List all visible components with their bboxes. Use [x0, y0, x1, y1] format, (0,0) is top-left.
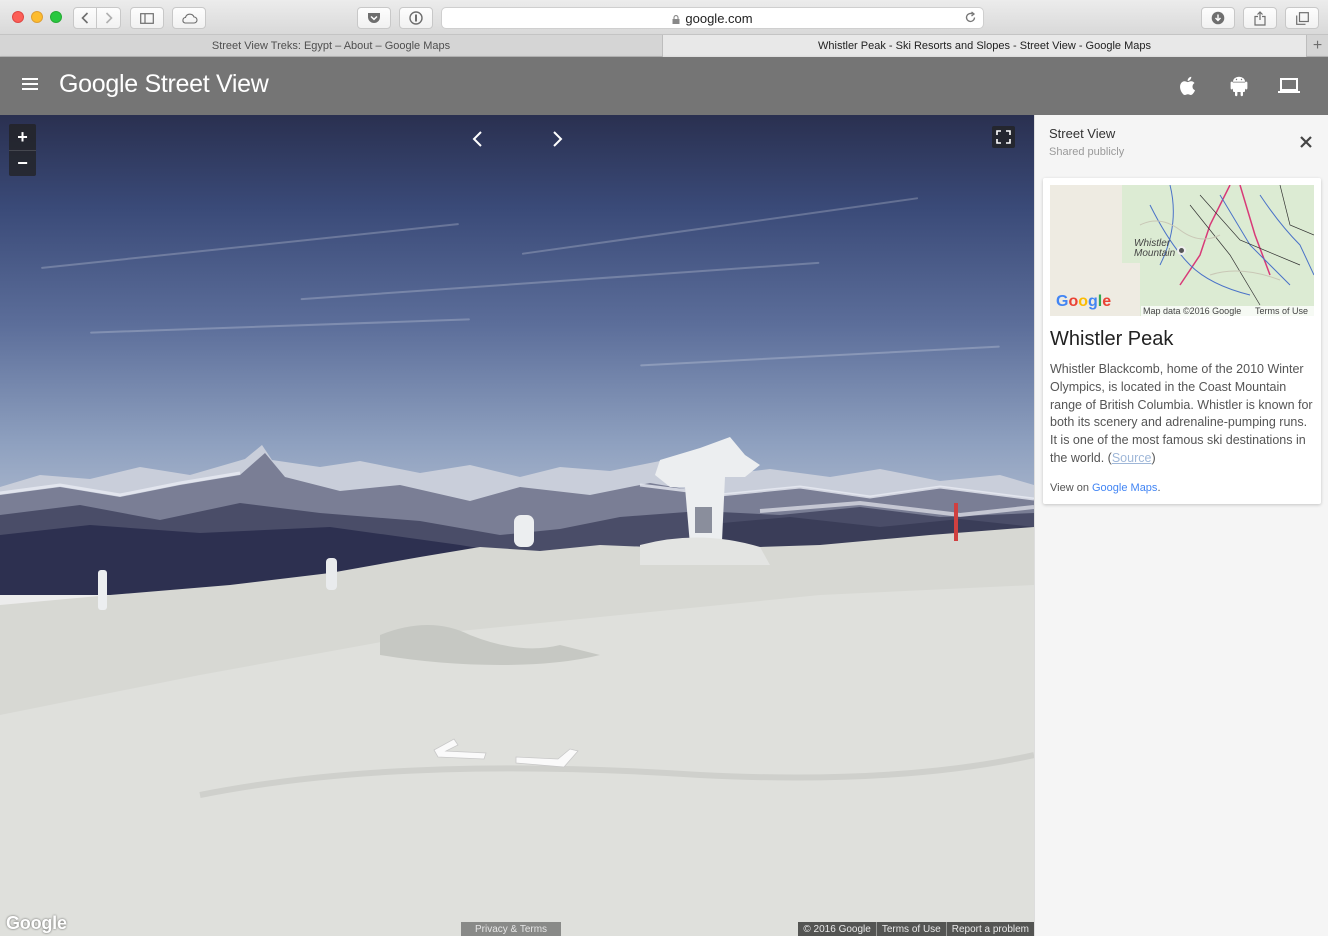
pocket-button[interactable]	[357, 7, 391, 29]
view-on-prefix: View on	[1050, 482, 1092, 494]
chevron-right-icon	[105, 12, 113, 24]
google-logo: Google	[6, 913, 67, 933]
mini-map[interactable]: Whistler Mountain Google Map data ©2016 …	[1050, 185, 1314, 316]
attribution-bar: © 2016 Google Terms of Use Report a prob…	[798, 922, 1034, 936]
privacy-terms-link[interactable]: Privacy & Terms	[461, 922, 562, 936]
pocket-icon	[368, 13, 380, 23]
icloud-tabs-button[interactable]	[172, 7, 206, 29]
laptop-icon[interactable]	[1277, 74, 1301, 98]
panel-subtitle: Shared publicly	[1049, 146, 1125, 158]
fullscreen-button[interactable]	[992, 126, 1015, 148]
map-terms-link[interactable]: Terms of Use	[1255, 306, 1308, 316]
lock-icon	[672, 14, 680, 24]
tab-whistler-peak[interactable]: Whistler Peak - Ski Resorts and Slopes -…	[663, 35, 1307, 57]
report-problem-link[interactable]: Report a problem	[945, 922, 1034, 936]
view-on-suffix: .	[1157, 482, 1161, 494]
app-header: Google Street View	[0, 57, 1328, 115]
close-window-button[interactable]	[12, 11, 24, 23]
description-end: )	[1151, 450, 1156, 465]
next-photo-icon[interactable]	[548, 129, 566, 149]
cloud-icon	[181, 13, 197, 24]
share-icon	[1254, 10, 1266, 26]
sidebar-icon	[140, 12, 154, 24]
zoom-in-button[interactable]: +	[9, 124, 36, 150]
tab-egypt[interactable]: Street View Treks: Egypt – About – Googl…	[0, 35, 663, 57]
place-title: Whistler Peak	[1050, 328, 1174, 350]
sidebar-button[interactable]	[130, 7, 164, 29]
zoom-control: + −	[9, 124, 36, 176]
reload-icon[interactable]	[964, 11, 977, 24]
address-bar[interactable]: google.com	[441, 7, 984, 29]
show-all-tabs-button[interactable]	[1285, 7, 1319, 29]
info-panel: Street View Shared publicly Whistler Mou…	[1034, 115, 1328, 936]
url-text: google.com	[685, 10, 753, 26]
copyright-text: © 2016 Google	[803, 923, 871, 935]
map-marker	[1177, 246, 1186, 255]
place-card: Whistler Mountain Google Map data ©2016 …	[1043, 178, 1321, 504]
forward-button[interactable]	[97, 7, 121, 29]
ground-arrow-right-icon[interactable]	[512, 743, 582, 771]
description-text: Whistler Blackcomb, home of the 2010 Win…	[1050, 362, 1313, 465]
browser-toolbar: google.com	[0, 0, 1328, 35]
map-place-label: Whistler Mountain	[1134, 238, 1176, 259]
close-icon[interactable]	[1299, 135, 1313, 149]
downloads-button[interactable]	[1201, 7, 1235, 29]
map-google-logo: Google	[1056, 293, 1112, 310]
tabs-overview-icon	[1295, 11, 1309, 25]
source-link[interactable]: Source	[1112, 451, 1152, 465]
apple-icon[interactable]	[1176, 74, 1200, 98]
share-button[interactable]	[1243, 7, 1277, 29]
panel-title: Street View	[1049, 126, 1116, 141]
android-icon[interactable]	[1227, 74, 1251, 98]
google-maps-link[interactable]: Google Maps	[1092, 482, 1157, 494]
map-attribution: Map data ©2016 Google Terms of Use	[1141, 306, 1314, 316]
ground-arrow-left-icon[interactable]	[432, 735, 492, 763]
download-icon	[1211, 11, 1225, 25]
tab-bar: Street View Treks: Egypt – About – Googl…	[0, 35, 1328, 57]
new-tab-button[interactable]: +	[1307, 35, 1328, 57]
map-data-text: Map data ©2016 Google	[1143, 306, 1242, 316]
onepassword-icon	[409, 11, 423, 25]
view-on-google-maps: View on Google Maps.	[1050, 482, 1161, 494]
password-button[interactable]	[399, 7, 433, 29]
back-button[interactable]	[73, 7, 97, 29]
zoom-window-button[interactable]	[50, 11, 62, 23]
zoom-out-button[interactable]: −	[9, 150, 36, 176]
minimize-window-button[interactable]	[31, 11, 43, 23]
chevron-left-icon	[81, 12, 89, 24]
brand-logo[interactable]: Google Street View	[59, 70, 269, 99]
terms-of-use-link[interactable]: Terms of Use	[875, 922, 946, 936]
street-view-panorama[interactable]: + − Google Privacy & Terms © 2016 Google…	[0, 115, 1034, 936]
fullscreen-icon	[996, 130, 1011, 144]
menu-icon[interactable]	[22, 78, 38, 91]
place-description: Whistler Blackcomb, home of the 2010 Win…	[1050, 361, 1315, 468]
previous-photo-icon[interactable]	[469, 129, 487, 149]
landscape	[0, 437, 1034, 936]
